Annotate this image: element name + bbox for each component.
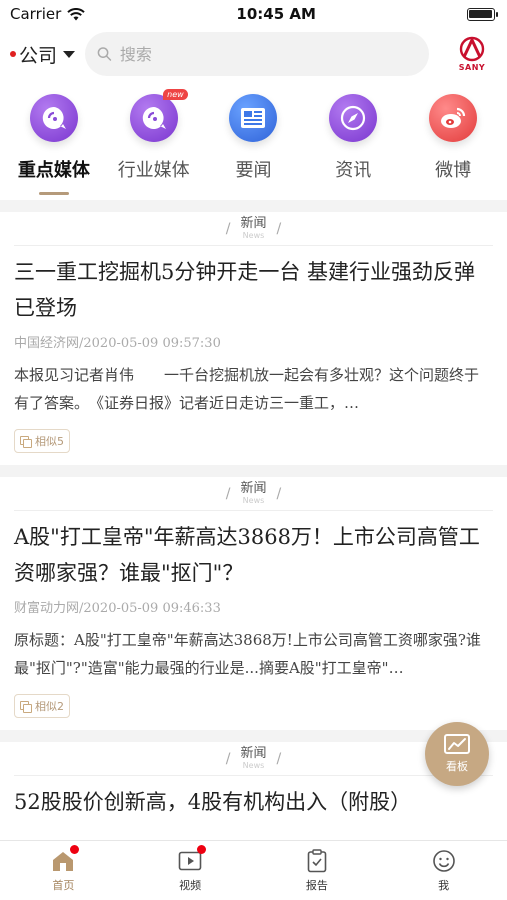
slash-icon: / [276,485,282,502]
article-meta: 财富动力网/2020-05-09 09:46:33 [14,601,221,616]
category-headlines[interactable]: 要闻 [204,94,304,200]
tab-report[interactable]: 报告 [267,848,367,893]
article-card[interactable]: / 新闻 News / 三一重工挖掘机5分钟开走一台 基建行业强劲反弹已登场 中… [0,212,507,465]
notification-dot [10,51,16,57]
compass-icon [329,94,378,142]
slash-icon: / [225,750,231,767]
tag-cn: 新闻 [240,481,267,496]
article-card[interactable]: / 新闻 News / A股"打工皇帝"年薪高达3868万！上市公司高管工资哪家… [0,477,507,730]
notification-dot [197,845,207,854]
similar-label: 相似2 [35,700,64,713]
section-divider [0,465,507,477]
tab-label: 我 [438,879,450,892]
tag-text: 新闻 News [240,482,266,505]
tag-text: 新闻 News [240,217,266,240]
bottom-tab-bar: 首页 视频 报告 我 [0,840,507,900]
article-tag: / 新闻 News / [14,212,493,246]
search-icon [97,47,112,61]
tag-text: 新闻 News [240,747,266,770]
category-key-media[interactable]: 重点媒体 [4,94,104,200]
article-meta: 中国经济网/2020-05-09 09:57:30 [14,336,221,351]
article-summary: 原标题：A股"打工皇帝"年薪高达3868万!上市公司高管工资哪家强?谁最"抠门"… [14,631,481,677]
category-label: 资讯 [335,160,372,181]
video-icon [177,845,207,874]
status-left: Carrier [10,5,86,23]
slash-icon: / [276,750,282,767]
category-news[interactable]: 资讯 [303,94,403,200]
category-industry-media[interactable]: new 行业媒体 [104,89,204,200]
section-divider [0,200,507,212]
article-title[interactable]: 三一重工挖掘机5分钟开走一台 基建行业强劲反弹已登场 [14,254,493,326]
tag-en: News [242,761,265,770]
sany-logo[interactable]: SANY [447,36,497,72]
sany-logo-icon [459,36,485,62]
similar-button[interactable]: 相似5 [14,429,70,453]
status-bar: Carrier 10:45 AM [0,0,507,28]
category-weibo[interactable]: 微博 [403,94,503,200]
tab-label: 视频 [179,879,202,892]
dashboard-button[interactable]: 看板 [425,722,489,786]
status-time: 10:45 AM [236,5,316,23]
tag-cn: 新闻 [240,216,267,231]
tab-me[interactable]: 我 [394,848,494,893]
slash-icon: / [276,220,282,237]
chat-bubble-icon [29,94,78,142]
tag-en: News [242,231,265,240]
active-tab-indicator [38,192,69,195]
article-title[interactable]: 52股股价创新高，4股有机构出入（附股） [14,784,493,820]
article-tag: / 新闻 News / [14,742,493,776]
tab-video[interactable]: 视频 [140,845,240,893]
slash-icon: / [225,220,231,237]
category-label: 重点媒体 [17,160,90,181]
dashboard-label: 看板 [446,760,468,773]
tag-cn: 新闻 [240,746,267,761]
newspaper-icon [229,94,278,142]
clipboard-icon [304,848,330,874]
chevron-down-icon [63,50,76,58]
tab-label: 报告 [305,879,328,892]
logo-text: SANY [458,63,486,72]
slash-icon: / [225,485,231,502]
home-icon [50,845,80,874]
category-tabs: 重点媒体 new 行业媒体 要闻 资讯 微博 [0,80,507,200]
weibo-icon [429,94,478,142]
article-tag: / 新闻 News / [14,477,493,511]
carrier-label: Carrier [10,5,62,23]
category-label: 微博 [435,160,472,181]
category-label: 要闻 [235,160,272,181]
notification-dot [70,845,80,854]
tab-label: 首页 [52,879,75,892]
chat-bubble-icon: new [129,89,188,142]
article-summary: 本报见习记者肖伟 一千台挖掘机放一起会有多壮观？这个问题终于有了答案。 《证券日… [14,366,480,412]
header: 公司 SANY [0,28,507,80]
tab-home[interactable]: 首页 [13,845,113,893]
company-selector[interactable]: 公司 [10,41,76,68]
search-box[interactable] [85,32,429,76]
battery-icon [466,7,498,21]
chart-icon [444,734,470,754]
copy-icon [20,435,32,448]
similar-button[interactable]: 相似2 [14,694,70,718]
new-badge: new [163,89,188,100]
company-label: 公司 [19,44,58,67]
tag-en: News [242,496,265,505]
search-input[interactable] [119,44,417,64]
article-title[interactable]: A股"打工皇帝"年薪高达3868万！上市公司高管工资哪家强？谁最"抠门"？ [14,519,493,591]
category-label: 行业媒体 [117,160,190,181]
similar-label: 相似5 [35,435,64,448]
wifi-icon [67,7,86,20]
copy-icon [20,700,32,713]
smiley-icon [431,848,457,874]
